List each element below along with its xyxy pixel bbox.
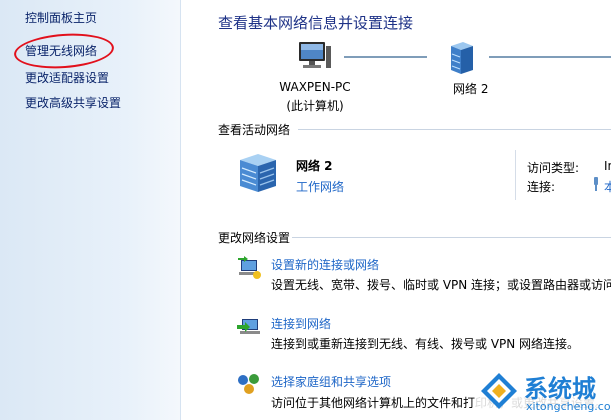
setup-new-connection-link[interactable]: 设置新的连接或网络 <box>271 256 379 273</box>
network-type-link[interactable]: 工作网络 <box>296 178 344 195</box>
connection-plug-icon <box>594 177 598 191</box>
main-content: 查看基本网络信息并设置连接 WAXPEN-PC (此计算机) 网络 2 查看活动… <box>181 0 611 420</box>
map-connector-line <box>344 56 427 58</box>
access-type-value: In <box>604 159 611 173</box>
watermark-logo-icon <box>481 373 517 409</box>
network-icon <box>451 42 473 74</box>
network-building-icon <box>240 154 276 192</box>
watermark-url: xitongcheng.com <box>526 400 611 413</box>
section-divider <box>292 237 611 238</box>
left-nav-pane: 控制面板主页 管理无线网络 更改适配器设置 更改高级共享设置 <box>0 0 181 420</box>
active-network-name: 网络 2 <box>296 159 333 173</box>
page-title: 查看基本网络信息并设置连接 <box>218 14 414 32</box>
sidebar-link-advanced-sharing[interactable]: 更改高级共享设置 <box>25 94 121 111</box>
map-network-name: 网络 2 <box>453 82 489 96</box>
change-settings-heading: 更改网络设置 <box>218 231 291 245</box>
sidebar-link-manage-wireless[interactable]: 管理无线网络 <box>25 42 97 59</box>
sidebar-link-control-panel-home[interactable]: 控制面板主页 <box>25 9 97 26</box>
new-connection-icon <box>238 256 261 279</box>
computer-icon <box>299 42 331 68</box>
computer-subtitle: (此计算机) <box>286 99 344 113</box>
computer-name: WAXPEN-PC <box>279 80 351 94</box>
connect-network-icon <box>237 319 260 334</box>
homegroup-sharing-link[interactable]: 选择家庭组和共享选项 <box>271 373 391 390</box>
active-networks-heading: 查看活动网络 <box>218 123 291 137</box>
homegroup-icon <box>238 374 259 394</box>
watermark: 系统城 xitongcheng.com <box>476 367 611 420</box>
sidebar-link-adapter-settings[interactable]: 更改适配器设置 <box>25 69 109 86</box>
connection-link[interactable]: 本 <box>604 178 611 195</box>
access-type-label: 访问类型: <box>527 161 580 175</box>
connections-label: 连接: <box>527 180 556 194</box>
vertical-divider <box>515 150 516 200</box>
connect-to-network-link[interactable]: 连接到网络 <box>271 315 331 332</box>
map-connector-line <box>489 56 611 58</box>
connect-to-network-desc: 连接到或重新连接到无线、有线、拨号或 VPN 网络连接。 <box>271 337 580 351</box>
setup-new-connection-desc: 设置无线、宽带、拨号、临时或 VPN 连接；或设置路由器或访问点。 <box>271 278 611 292</box>
watermark-text: 系统城 <box>524 375 596 403</box>
section-divider <box>298 129 611 130</box>
